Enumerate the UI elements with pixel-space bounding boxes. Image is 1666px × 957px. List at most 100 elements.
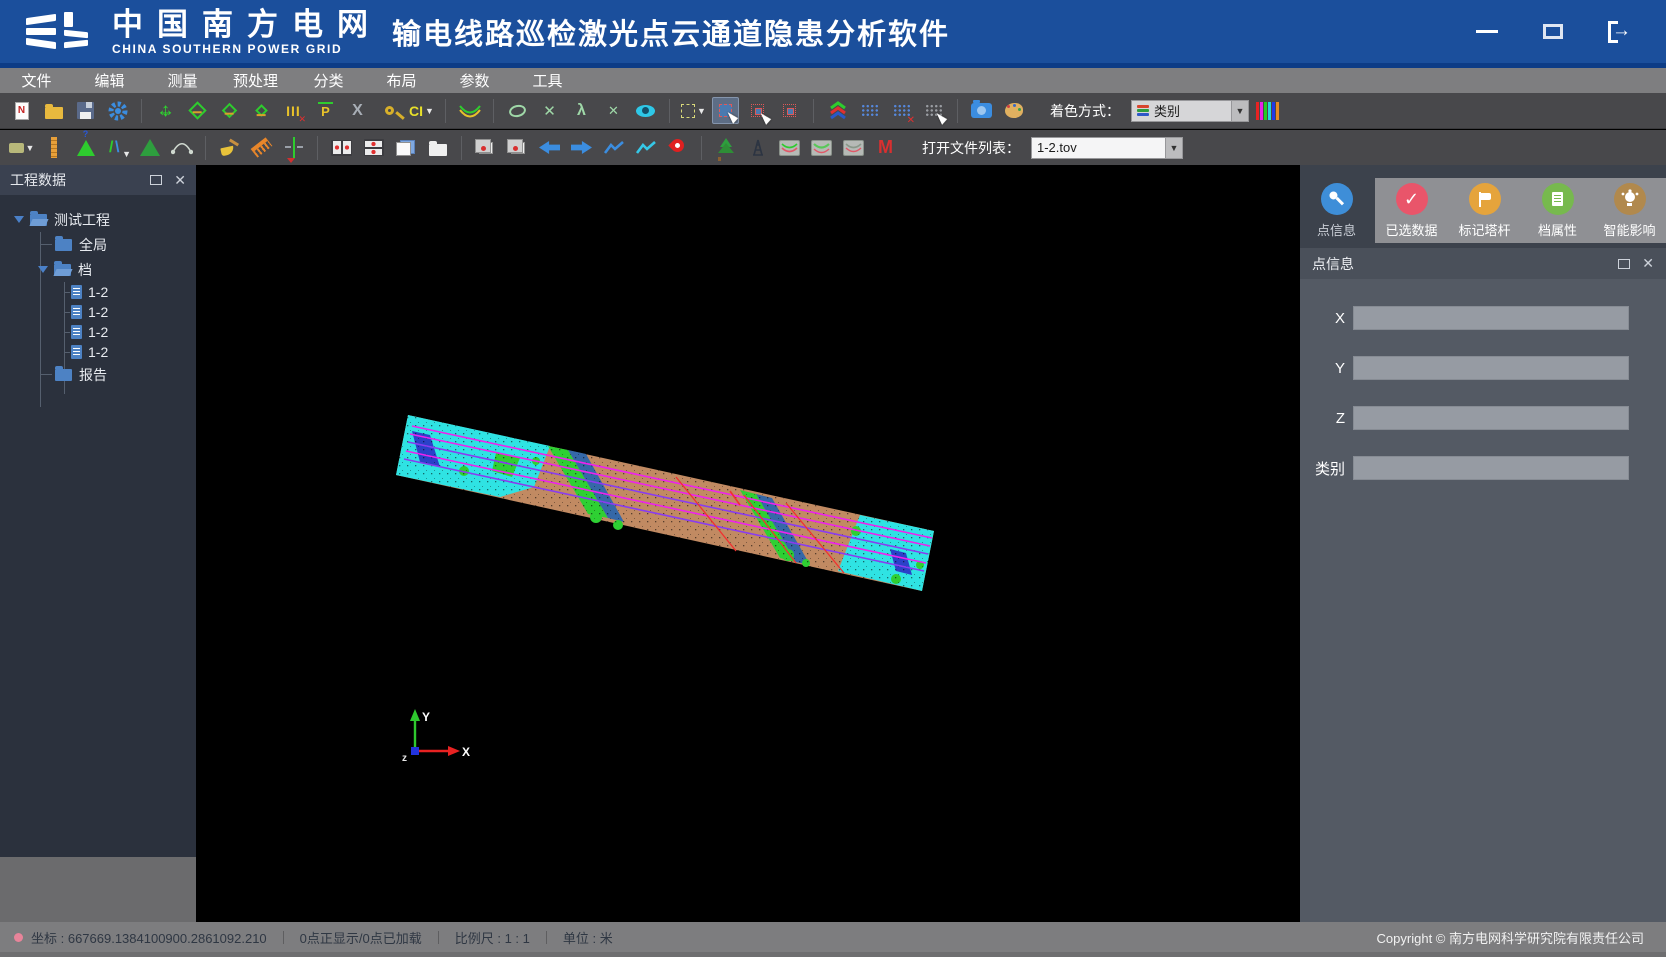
grid-delete-icon[interactable] xyxy=(888,97,915,124)
tab-point-info[interactable]: 点信息 xyxy=(1300,178,1373,243)
grid-points-icon[interactable] xyxy=(856,97,883,124)
cross-tool-icon[interactable]: ✕ xyxy=(536,97,563,124)
menu-layout[interactable]: 布局 xyxy=(365,70,438,91)
catenary-curve-icon[interactable] xyxy=(456,97,483,124)
exit-button[interactable]: → xyxy=(1606,21,1636,43)
polyline-cyan-icon[interactable] xyxy=(632,134,659,161)
cross-section-icon[interactable] xyxy=(280,134,307,161)
menu-edit[interactable]: 编辑 xyxy=(73,70,146,91)
profile-line-icon[interactable]: P xyxy=(312,97,339,124)
rect-select-dropdown-icon[interactable]: ▼ xyxy=(680,97,707,124)
move-pan-icon[interactable] xyxy=(152,97,179,124)
tab-mark-tower[interactable]: 标记塔杆 xyxy=(1448,178,1521,243)
prev-arrow-icon[interactable] xyxy=(536,134,563,161)
polyline-blue-icon[interactable] xyxy=(600,134,627,161)
status-bar: 坐标 : 667669.1384100900.2861092.210 0点正显示… xyxy=(0,922,1666,952)
tab-span-properties[interactable]: 档属性 xyxy=(1521,178,1594,243)
tree-node-file-4[interactable]: 1-2 xyxy=(0,342,196,362)
comb-filter-icon[interactable] xyxy=(248,134,275,161)
panel-restore-icon[interactable] xyxy=(1618,259,1630,269)
curve-nodes-icon[interactable] xyxy=(168,134,195,161)
z-input[interactable] xyxy=(1353,406,1629,430)
menu-parameters[interactable]: 参数 xyxy=(438,70,511,91)
ruler-icon[interactable] xyxy=(40,134,67,161)
panel-restore-icon[interactable] xyxy=(150,175,162,185)
open-file-select[interactable]: 1-2.tov ▼ xyxy=(1031,137,1183,159)
location-pin-icon[interactable] xyxy=(664,134,691,161)
collapse-arrow-icon[interactable] xyxy=(14,216,24,223)
tower-icon[interactable] xyxy=(744,134,771,161)
clean-broom-icon[interactable] xyxy=(216,134,243,161)
tree-node-root[interactable]: 测试工程 xyxy=(0,207,196,232)
menu-file[interactable]: 文件 xyxy=(0,70,73,91)
tree-icon[interactable] xyxy=(712,134,739,161)
new-project-icon[interactable]: N xyxy=(8,97,35,124)
menu-tools[interactable]: 工具 xyxy=(511,70,584,91)
span-panel-3-icon[interactable] xyxy=(840,134,867,161)
pin-icon xyxy=(1324,186,1349,211)
ellipse-select-icon[interactable] xyxy=(504,97,531,124)
tree-node-report[interactable]: 报告 xyxy=(0,362,196,387)
chevron-down-icon: ▼ xyxy=(1231,101,1248,121)
tool-preset-dropdown-icon[interactable]: ▼ xyxy=(8,134,35,161)
minimize-button[interactable] xyxy=(1474,21,1500,43)
grid-pick-icon[interactable] xyxy=(920,97,947,124)
layers-icon xyxy=(1137,105,1149,116)
tree-node-file-3[interactable]: 1-2 xyxy=(0,322,196,342)
settings-gear-icon[interactable] xyxy=(104,97,131,124)
color-scale-icon[interactable] xyxy=(1254,97,1281,124)
collapse-arrow-icon[interactable] xyxy=(38,266,48,273)
category-input[interactable] xyxy=(1353,456,1629,480)
y-input[interactable] xyxy=(1353,356,1629,380)
x-input[interactable] xyxy=(1353,306,1629,330)
save-icon[interactable] xyxy=(72,97,99,124)
split-view-vertical-icon[interactable] xyxy=(328,134,355,161)
edit-area-icon[interactable] xyxy=(184,97,211,124)
app-logo: 中国南方电网 CHINA SOUTHERN POWER GRID xyxy=(0,9,382,55)
key-add-icon[interactable] xyxy=(376,97,403,124)
tab-smart-impact[interactable]: 智能影响 xyxy=(1593,178,1666,243)
query-triangle-icon[interactable]: ? xyxy=(72,134,99,161)
tree-node-file-2[interactable]: 1-2 xyxy=(0,302,196,322)
open-folder-icon[interactable] xyxy=(40,97,67,124)
slope-triangle-icon[interactable] xyxy=(136,134,163,161)
visibility-eye-icon[interactable] xyxy=(632,97,659,124)
panel-close-icon[interactable]: ✕ xyxy=(1642,255,1654,272)
menu-preprocess[interactable]: 预处理 xyxy=(219,70,292,91)
span-panel-icon[interactable] xyxy=(776,134,803,161)
edit-area-3-icon[interactable] xyxy=(248,97,275,124)
cut-tool-icon[interactable]: ✕ xyxy=(600,97,627,124)
cursor-icon xyxy=(937,110,949,125)
chevron-down-icon: ▼ xyxy=(697,106,706,116)
next-arrow-icon[interactable] xyxy=(568,134,595,161)
tree-node-file-1[interactable]: 1-2 xyxy=(0,282,196,302)
maximize-button[interactable] xyxy=(1540,21,1566,43)
copy-view-icon[interactable] xyxy=(392,134,419,161)
shading-mode-select[interactable]: 类别 ▼ xyxy=(1131,100,1249,122)
split-view-horizontal-icon[interactable] xyxy=(360,134,387,161)
angle-measure-icon[interactable]: ▼ xyxy=(104,134,131,161)
page-marker-2-icon[interactable] xyxy=(504,134,531,161)
tree-node-global[interactable]: 全局 xyxy=(0,232,196,257)
select-inside-square-icon[interactable] xyxy=(776,97,803,124)
tree-node-spans[interactable]: 档 xyxy=(0,257,196,282)
palette-icon[interactable] xyxy=(1000,97,1027,124)
point-cloud-viewport[interactable]: Y X z xyxy=(196,165,1300,922)
select-points-icon[interactable] xyxy=(712,97,739,124)
span-panel-2-icon[interactable] xyxy=(808,134,835,161)
menu-classify[interactable]: 分类 xyxy=(292,70,365,91)
branch-tool-icon[interactable]: λ xyxy=(568,97,595,124)
white-folder-icon[interactable] xyxy=(424,134,451,161)
edit-area-2-icon[interactable] xyxy=(216,97,243,124)
delete-columns-icon[interactable]: III xyxy=(280,97,307,124)
page-marker-icon[interactable] xyxy=(472,134,499,161)
marker-m-icon[interactable]: M xyxy=(872,134,899,161)
panel-close-icon[interactable]: ✕ xyxy=(174,172,186,189)
tab-selected-data[interactable]: ✓ 已选数据 xyxy=(1375,178,1448,243)
layers-stack-icon[interactable] xyxy=(824,97,851,124)
menu-measure[interactable]: 测量 xyxy=(146,70,219,91)
tower-measure-icon[interactable]: X xyxy=(344,97,371,124)
ci-tool-dropdown[interactable]: CI▼ xyxy=(408,97,435,124)
camera-snapshot-icon[interactable] xyxy=(968,97,995,124)
select-inside-icon[interactable] xyxy=(744,97,771,124)
